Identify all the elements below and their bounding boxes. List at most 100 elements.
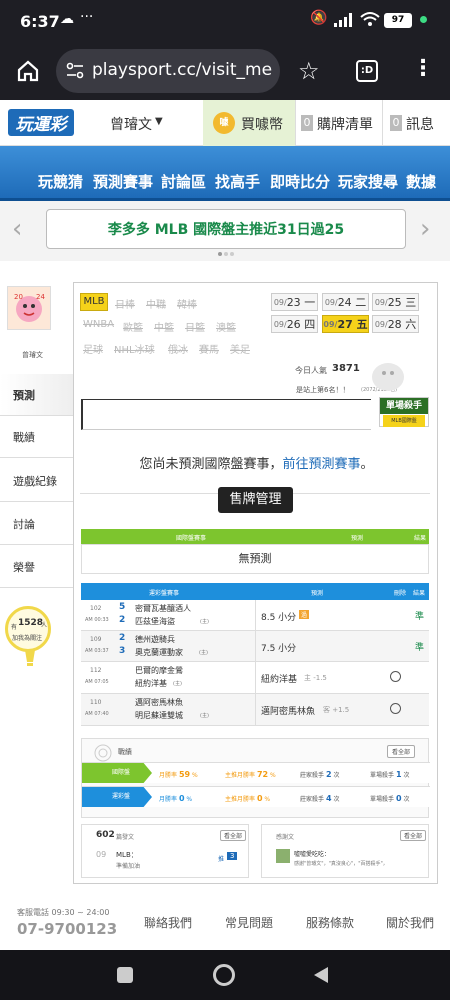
hotline-phone[interactable]: 07-9700123	[17, 920, 117, 938]
sport-tab-wnba[interactable]: WNBA	[83, 319, 114, 330]
post-date: 09	[96, 850, 107, 859]
posts-view-all-button[interactable]: 看全部	[220, 830, 247, 841]
messages-link[interactable]: 訊息	[406, 114, 434, 134]
record-section: 戰績 看全部 國際盤 月勝率 59 % 主推月勝率 72 % 莊家殺手 2 次 …	[81, 738, 430, 818]
avatar[interactable]: 20 24	[7, 286, 51, 330]
sidebar-item-record[interactable]: 戰績	[0, 416, 73, 458]
chevron-left-icon[interactable]: ‹	[12, 214, 22, 244]
date-0927-selected[interactable]: 09/27 五	[322, 315, 369, 333]
footer-link-faq[interactable]: 常見問題	[225, 914, 273, 931]
date-0924[interactable]: 09/24 二	[322, 293, 369, 311]
user-menu[interactable]: 曾璿文	[110, 114, 152, 134]
tabs-button[interactable]: :D	[356, 60, 378, 82]
post-title[interactable]: MLB：	[116, 850, 138, 860]
notice-end: 。	[360, 457, 374, 472]
killer-badge: 單場殺手 MLB國際盤	[379, 397, 429, 427]
sidebar-item-predict[interactable]: 預測	[0, 374, 73, 416]
thanks-title: 感謝文	[276, 834, 295, 841]
follow-promo[interactable]: 有 1528 人 加我為關注	[5, 606, 51, 652]
intl-table-header: 國際盤賽事 預測 結果	[81, 529, 429, 544]
delete-radio[interactable]	[390, 703, 401, 714]
sport-tab-npb[interactable]: 日棒	[115, 296, 135, 311]
back-button[interactable]	[312, 965, 330, 985]
sport-tab-euro-bball[interactable]: 歐籃	[123, 319, 143, 334]
date-0923[interactable]: 09/23 一	[271, 293, 318, 311]
site-settings-icon[interactable]	[66, 62, 84, 80]
date-0925[interactable]: 09/25 三	[372, 293, 419, 311]
intl-header-match: 國際盤賽事	[176, 535, 207, 542]
divider	[382, 100, 383, 146]
url-text: playsport.cc/visit_mer	[92, 60, 272, 80]
sport-tab-cpbl[interactable]: 中職	[146, 296, 166, 311]
sport-tab-nhl[interactable]: NHL冰球	[114, 341, 155, 356]
thanks-view-all-button[interactable]: 看全部	[400, 830, 427, 841]
record-row-tw: 運彩盤 月勝率 0 % 主推月勝率 0 % 莊家殺手 4 次 單場殺手 0 次	[82, 786, 430, 807]
record-target-icon	[94, 744, 112, 762]
buy-coin-button[interactable]: 噱 買噱幣	[203, 100, 295, 146]
sport-tab-ru-hockey[interactable]: 俄冰	[168, 341, 188, 356]
posts-card: 602 篇發文 看全部 09 MLB： 準備加油 推 3	[81, 824, 249, 878]
promo-prefix: 有	[11, 624, 18, 631]
sidebar-item-discussion[interactable]: 討論	[0, 503, 73, 545]
site-top-nav: 玩運彩 曾璿文 ▼ 噱 買噱幣 0 購牌清單 0 訊息	[0, 100, 450, 146]
url-field[interactable]: playsport.cc/visit_mer	[56, 49, 280, 93]
sport-tab-cn-bball[interactable]: 中籃	[154, 319, 174, 334]
footer-link-terms[interactable]: 服務條款	[306, 914, 354, 931]
home-icon[interactable]	[16, 59, 40, 83]
record-view-all-button[interactable]: 看全部	[387, 745, 416, 758]
nav-item-player-search[interactable]: 玩家搜尋	[338, 171, 398, 192]
sidebar-item-honor[interactable]: 榮譽	[0, 546, 73, 588]
nav-item-experts[interactable]: 找高手	[215, 171, 260, 192]
sport-tab-au-bball[interactable]: 澳籃	[216, 319, 236, 334]
more-notifications-icon: ···	[80, 9, 94, 25]
site-logo[interactable]: 玩運彩	[8, 109, 74, 136]
browser-toolbar: playsport.cc/visit_mer ☆ :D ⋮	[0, 42, 450, 100]
sport-tab-mlb[interactable]: MLB	[80, 293, 108, 311]
sell-management-button[interactable]: 售牌管理	[218, 487, 293, 513]
table-row: 112 AM 07:05 巴爾的摩金鶯 紐約洋基 (主) 紐約洋基 主 -1.5	[81, 662, 429, 694]
visitors-count: 3871	[332, 363, 360, 374]
recents-button[interactable]	[117, 967, 133, 983]
footer-link-about[interactable]: 關於我們	[386, 914, 434, 931]
sidebar-item-label: 戰績	[13, 430, 35, 444]
comment-input[interactable]	[81, 399, 371, 430]
date-0926[interactable]: 09/26 四	[271, 315, 318, 333]
footer-link-contact[interactable]: 聯絡我們	[144, 914, 192, 931]
banner-headline[interactable]: 李多多 MLB 國際盤主推近31日過25	[46, 209, 406, 249]
go-predict-link[interactable]: 前往預測賽事	[282, 457, 360, 472]
nav-item-data[interactable]: 數據	[406, 171, 436, 192]
record-label: 運彩盤	[82, 787, 152, 807]
sport-tab-jp-bball[interactable]: 日籃	[185, 319, 205, 334]
cart-link[interactable]: 購牌清單	[317, 114, 373, 134]
bookmark-star-icon[interactable]: ☆	[298, 57, 320, 85]
svg-text:20: 20	[14, 293, 23, 301]
sidebar-item-game-log[interactable]: 遊戲紀錄	[0, 460, 73, 502]
tw-table-header: 運彩盤賽事 預測 刪除 結果	[81, 583, 429, 600]
sport-tab-nfl[interactable]: 美足	[230, 341, 250, 356]
sport-tab-kbo[interactable]: 韓棒	[177, 296, 197, 311]
menu-dots-icon[interactable]: ⋮	[412, 56, 434, 81]
home-button[interactable]	[213, 964, 235, 986]
notice-text: 您尚未預測國際盤賽事，	[139, 457, 283, 472]
record-row-intl: 國際盤 月勝率 59 % 主推月勝率 72 % 莊家殺手 2 次 單場殺手 1 …	[82, 762, 430, 783]
coin-icon: 噱	[213, 112, 235, 134]
chevron-right-icon[interactable]: ›	[420, 214, 430, 244]
cart-count: 0	[301, 115, 313, 131]
date-0928[interactable]: 09/28 六	[372, 315, 419, 333]
mascot-icon	[372, 363, 404, 391]
post-sub: 準備加油	[116, 863, 141, 870]
carousel-dots	[218, 252, 234, 256]
nav-item-livescore[interactable]: 即時比分	[270, 171, 330, 192]
nav-item-predict[interactable]: 預測賽事	[93, 171, 153, 192]
delete-radio[interactable]	[390, 671, 401, 682]
nav-item-play[interactable]: 玩競猜	[38, 171, 83, 192]
sport-tab-horse[interactable]: 賽馬	[199, 341, 219, 356]
nav-item-forum[interactable]: 討論區	[161, 171, 206, 192]
no-prediction-notice: 您尚未預測國際盤賽事，前往預測賽事。	[74, 453, 439, 472]
intl-empty-row: 無預測	[81, 544, 429, 574]
badge-sub: MLB國際盤	[383, 415, 425, 427]
sport-tab-soccer[interactable]: 足球	[83, 341, 103, 356]
intl-header-result: 結果	[414, 535, 427, 542]
chevron-down-icon[interactable]: ▼	[155, 116, 163, 127]
profile-name: 曾璿文	[22, 351, 43, 359]
